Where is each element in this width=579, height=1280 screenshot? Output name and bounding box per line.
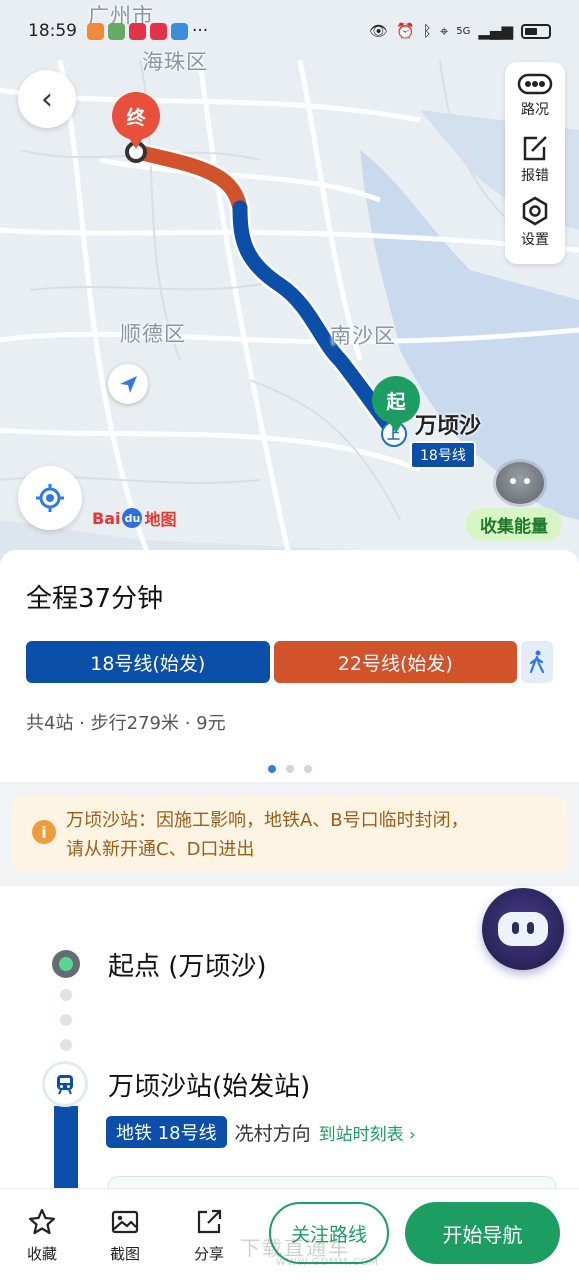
navigation-arrow-icon — [120, 376, 137, 393]
traffic-label: 路况 — [521, 102, 549, 118]
notification-icon-4 — [150, 22, 167, 40]
settings-icon — [522, 196, 548, 226]
segment-line-18: 18号线(始发) — [26, 641, 270, 683]
share-icon — [197, 1209, 222, 1234]
crosshair-icon — [36, 484, 64, 512]
notice-line-2: 请从新开通C、D口进出 — [66, 839, 255, 860]
robot-icon — [498, 912, 548, 946]
traffic-button[interactable]: 路况 — [517, 72, 553, 134]
start-navigation-button[interactable]: 开始导航 — [405, 1202, 560, 1264]
eye-icon: 👁 — [369, 22, 389, 40]
status-time: 18:59 — [28, 21, 77, 41]
battery-icon — [521, 23, 551, 39]
alarm-icon: ⏰ — [396, 22, 415, 40]
logo-du: du — [122, 508, 143, 528]
screenshot-button[interactable]: 截图 — [100, 1207, 150, 1264]
notification-icon-1 — [87, 22, 104, 40]
notification-icon-2 — [108, 22, 125, 40]
map-label-shunde: 顺德区 — [120, 322, 186, 346]
origin-marker — [52, 950, 80, 978]
back-button[interactable]: ‹ — [18, 70, 76, 128]
status-more: ··· — [192, 21, 209, 41]
boarding-marker: 上 — [387, 428, 401, 443]
map-line-badge: 18号线 — [410, 441, 476, 469]
page-dot-1[interactable] — [267, 765, 276, 773]
metro-line-info: 地铁 18号线 冼村方向 到站时刻表 › — [106, 1116, 416, 1148]
route-map[interactable]: 广州市 海珠区 顺德区 南沙区 终 起 上 万顷沙 18号线 Bai du 地图… — [0, 0, 579, 580]
metro-station-marker — [42, 1061, 88, 1107]
route-summary-card[interactable]: 全程37分钟 18号线(始发) 22号线(始发) 共4站 · 步行279米 · … — [0, 550, 579, 782]
map-label-nansha: 南沙区 — [330, 324, 396, 348]
favorite-button[interactable]: 收藏 — [17, 1207, 67, 1264]
boarding-station-title: 万顷沙站(始发站) — [108, 1072, 311, 1102]
status-right: 👁 ⏰ ᛒ ⌖ 5G ▂▄▆ — [369, 22, 551, 40]
station-notice[interactable]: i 万顷沙站：因施工影响，地铁A、B号口临时封闭， 请从新开通C、D口进出 — [12, 796, 567, 872]
walk-dot — [60, 1039, 72, 1051]
report-button[interactable]: 报错 — [520, 134, 550, 196]
location-icon: ⌖ — [439, 22, 449, 40]
star-icon — [28, 1208, 56, 1235]
page-indicator[interactable] — [26, 765, 553, 773]
logo-text: Bai — [92, 508, 121, 528]
direction-text: 冼村方向 — [234, 1122, 311, 1145]
favorite-label: 收藏 — [26, 1245, 57, 1263]
total-duration: 全程37分钟 — [26, 584, 164, 614]
info-icon: i — [32, 820, 56, 844]
energy-mascot[interactable] — [496, 462, 544, 504]
route-segment-line-22 — [130, 144, 248, 216]
notice-line-1: 万顷沙站：因施工影响，地铁A、B号口临时封闭， — [66, 810, 469, 831]
walk-dot — [60, 989, 72, 1001]
metro-line-badge: 地铁 18号线 — [106, 1116, 227, 1148]
collect-energy-button[interactable]: 收集能量 — [466, 508, 562, 541]
network-label: 5G — [456, 25, 471, 37]
page-dot-3[interactable] — [303, 765, 312, 773]
share-label: 分享 — [193, 1245, 224, 1263]
walk-dot — [60, 1014, 72, 1026]
segment-walk — [521, 641, 553, 683]
share-button[interactable]: 分享 — [184, 1207, 234, 1264]
assistant-robot-button[interactable] — [482, 888, 564, 970]
current-location-arrow — [108, 364, 148, 404]
notification-icon-5 — [171, 22, 188, 40]
segment-line-22: 22号线(始发) — [273, 641, 518, 683]
report-icon — [523, 136, 547, 161]
route-segments: 18号线(始发) 22号线(始发) — [26, 641, 553, 683]
locate-me-button[interactable] — [18, 466, 82, 530]
settings-button[interactable]: 设置 — [520, 196, 550, 258]
map-tools-panel: 路况 报错 设置 — [505, 62, 565, 264]
metro-train-icon — [57, 1075, 73, 1095]
page-dot-2[interactable] — [285, 765, 294, 773]
walking-icon — [529, 650, 545, 674]
status-bar: 18:59 ··· 👁 ⏰ ᛒ ⌖ 5G ▂▄▆ — [0, 0, 579, 62]
origin-label: 起点 (万顷沙) — [108, 952, 267, 982]
signal-icon: ▂▄▆ — [478, 22, 513, 40]
report-label: 报错 — [521, 168, 549, 184]
start-pin[interactable]: 起 — [372, 376, 420, 433]
back-icon: ‹ — [41, 81, 53, 117]
route-meta: 共4站 · 步行279米 · 9元 — [26, 713, 226, 734]
bottom-action-bar: 收藏 截图 分享 关注路线 开始导航 — [0, 1188, 579, 1280]
map-station-name: 万顷沙 — [415, 414, 482, 439]
timetable-link[interactable]: 到站时刻表 › — [319, 1120, 416, 1145]
image-icon — [111, 1210, 139, 1234]
end-pin[interactable]: 终 — [112, 92, 160, 149]
logo-suffix: 地图 — [144, 510, 177, 529]
settings-label: 设置 — [521, 232, 549, 248]
metro-line-bar — [54, 1106, 78, 1196]
map-background — [0, 59, 579, 580]
traffic-icon — [517, 73, 553, 95]
baidu-map-logo: Bai du 地图 — [92, 506, 177, 530]
screenshot-label: 截图 — [109, 1245, 140, 1263]
follow-route-button[interactable]: 关注路线 — [269, 1202, 389, 1264]
bluetooth-icon: ᛒ — [422, 22, 432, 40]
notification-icon-3 — [129, 22, 146, 40]
